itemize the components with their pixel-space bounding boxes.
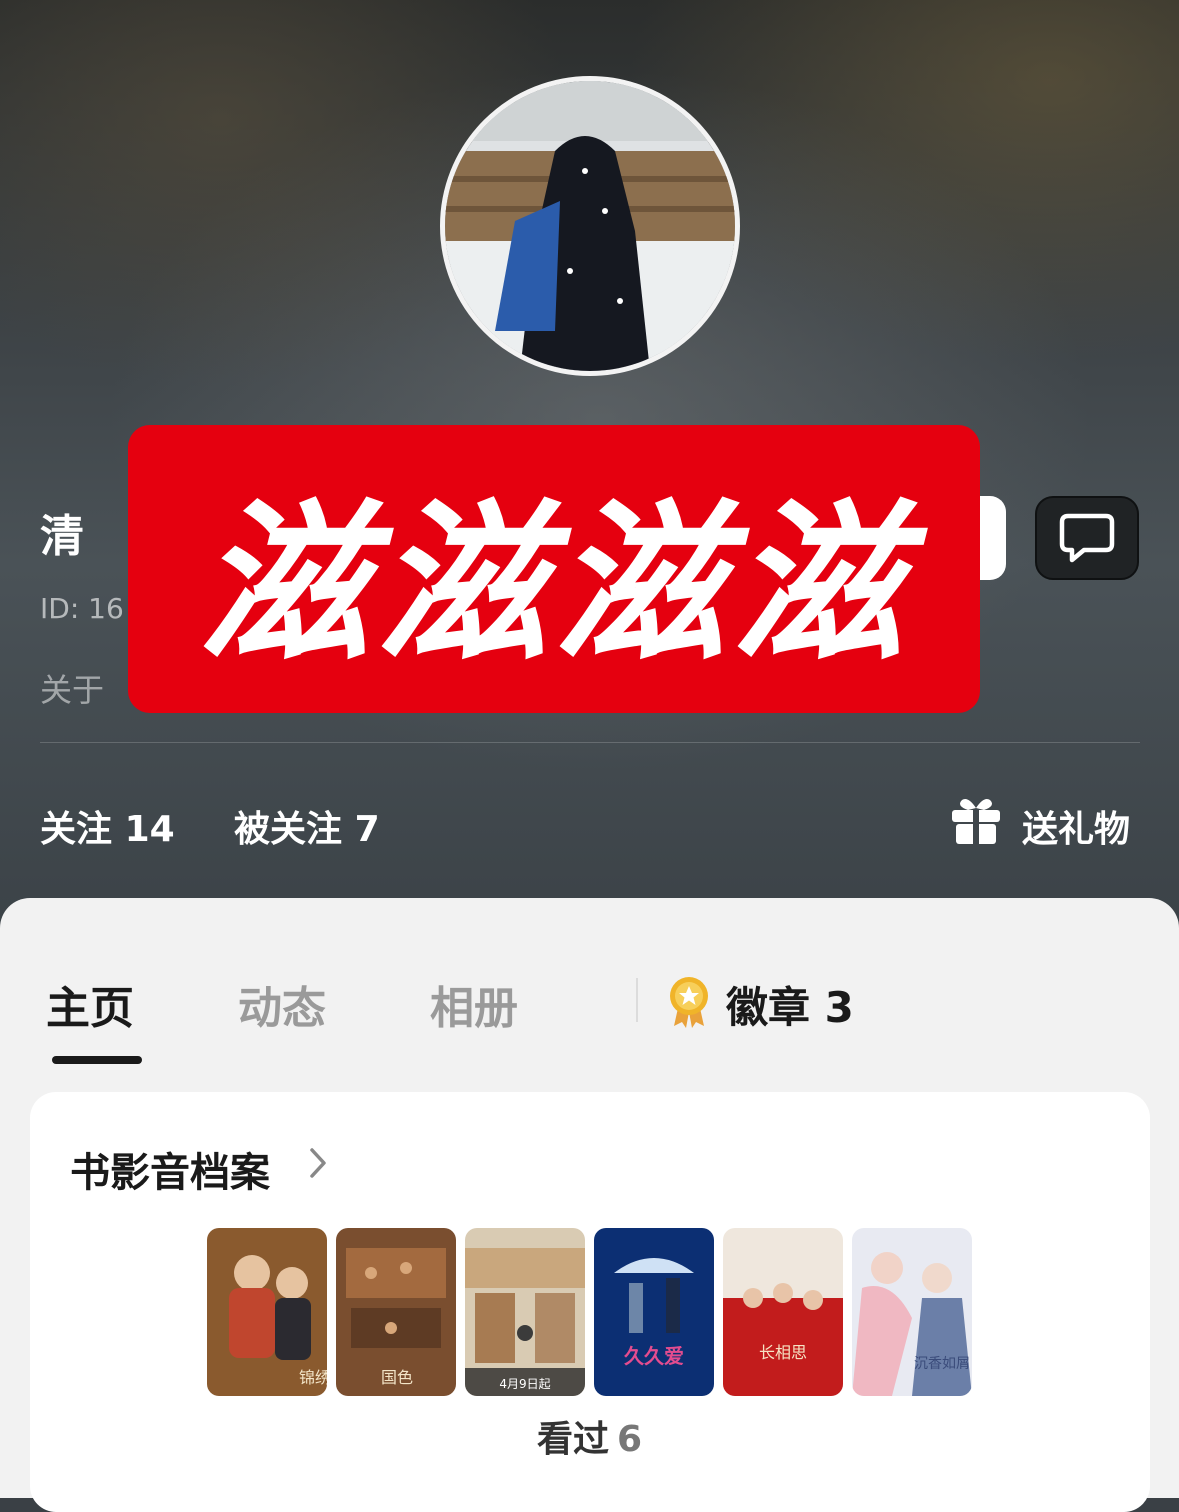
poster-3-text: 4月9日起 [499, 1377, 550, 1391]
followers-label: 被关注 [234, 809, 343, 850]
poster-3[interactable]: 4月9日起 [465, 1228, 585, 1396]
watched-count[interactable]: 看过 6 [0, 1410, 1179, 1462]
poster-2[interactable]: 国色 [336, 1228, 456, 1396]
poster-1-text: 锦绣 [299, 1368, 327, 1387]
badge-count: 3 [824, 983, 854, 1032]
tab-activity[interactable]: 动态 [238, 972, 326, 1036]
poster-5[interactable]: 长相思 [723, 1228, 843, 1396]
following-count: 14 [124, 809, 175, 850]
archive-title[interactable]: 书影音档案 [70, 1140, 270, 1198]
following-label: 关注 [40, 809, 113, 850]
poster-4[interactable]: 久久爱 [594, 1228, 714, 1396]
followers-count: 7 [354, 809, 380, 850]
tab-home[interactable]: 主页 [46, 972, 134, 1036]
poster-2-text: 国色 [381, 1368, 413, 1387]
poster-6-text: 沉香如屑 [914, 1356, 970, 1372]
avatar[interactable] [440, 76, 740, 376]
poster-1[interactable]: 锦绣 [207, 1228, 327, 1396]
send-gift-button[interactable]: 送礼物 [1022, 800, 1130, 852]
badge-tab[interactable]: 徽章 3 [726, 974, 854, 1035]
chat-bubble-icon [1059, 513, 1115, 563]
followers-stat[interactable]: 被关注 7 [234, 800, 380, 852]
chevron-right-icon[interactable] [308, 1146, 328, 1180]
poster-5-text: 长相思 [759, 1343, 807, 1362]
tab-separator [636, 978, 638, 1022]
following-stat[interactable]: 关注 14 [40, 800, 175, 852]
divider [40, 742, 1140, 743]
tab-active-indicator [52, 1056, 142, 1064]
poster-4-text: 久久爱 [624, 1344, 684, 1368]
profile-id: ID: 16 [40, 592, 124, 625]
censor-overlay: 滋滋滋滋 [128, 425, 980, 713]
badge-label: 徽章 [726, 983, 811, 1032]
profile-bio[interactable]: 关于 [40, 665, 104, 711]
poster-6[interactable]: 沉香如屑 [852, 1228, 972, 1396]
tab-album[interactable]: 相册 [430, 972, 518, 1036]
message-button[interactable] [1035, 496, 1139, 580]
gift-icon[interactable] [950, 796, 1002, 846]
watched-number: 6 [616, 1419, 643, 1460]
profile-name: 清 [40, 511, 84, 562]
medal-icon[interactable] [666, 974, 712, 1028]
watched-label: 看过 [536, 1419, 609, 1460]
